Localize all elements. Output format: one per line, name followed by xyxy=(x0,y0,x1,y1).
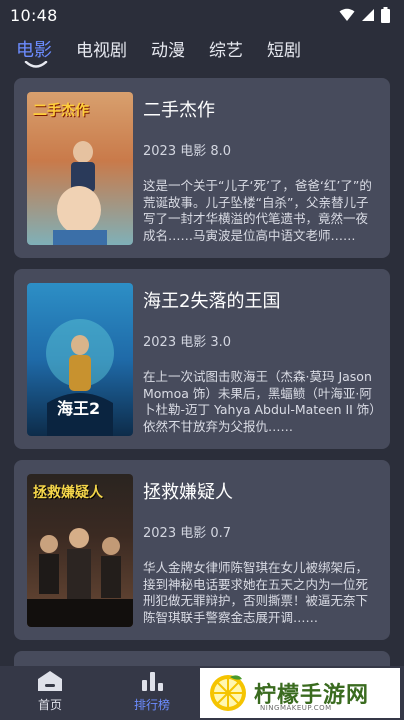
poster-figure xyxy=(53,141,107,245)
movie-poster: 海王2 xyxy=(27,283,133,436)
tab-tv-series[interactable]: 电视剧 xyxy=(76,32,127,61)
movie-title: 二手杰作 xyxy=(143,100,215,121)
tab-variety[interactable]: 综艺 xyxy=(209,32,243,61)
tab-label: 电视剧 xyxy=(76,41,127,61)
tab-label: 电影 xyxy=(16,40,52,61)
ranking-icon xyxy=(142,672,163,691)
movie-meta: 2023 电影 0.7 xyxy=(143,526,232,541)
movie-description: 在上一次试图击败海王（杰森·莫玛 Jason Momoa 饰）未果后，黑蝠鲼（叶… xyxy=(143,369,376,434)
poster-figure xyxy=(27,528,133,627)
movie-title: 拯救嫌疑人 xyxy=(143,482,233,503)
tab-anime[interactable]: 动漫 xyxy=(151,32,185,61)
site-watermark: 柠檬手游网 NINGMAKEUP.COM xyxy=(200,668,400,718)
movie-description: 这是一个关于“儿子‘死’了，爸爸‘红’了”的荒诞故事。儿子坠楼“自杀”，父亲替儿… xyxy=(143,178,372,243)
nav-ranking[interactable]: 排行榜 xyxy=(122,670,182,713)
category-tabs: 电影 电视剧 动漫 综艺 短剧 xyxy=(0,32,404,72)
movie-poster: 二手杰作 xyxy=(27,92,133,245)
tab-label: 短剧 xyxy=(267,41,301,61)
tab-label: 动漫 xyxy=(151,41,185,61)
cellular-icon xyxy=(362,9,374,21)
watermark-url: NINGMAKEUP.COM xyxy=(260,704,332,712)
movie-description: 华人金牌女律师陈智琪在女儿被绑架后，接到神秘电话要求她在五天之内为一位死刑犯做无… xyxy=(143,560,369,625)
movie-poster: 拯救嫌疑人 xyxy=(27,474,133,627)
tab-short-drama[interactable]: 短剧 xyxy=(267,32,301,61)
nav-label: 首页 xyxy=(37,698,62,712)
status-time: 10:48 xyxy=(10,5,58,25)
poster-title-text: 海王2 xyxy=(57,399,101,418)
movie-card[interactable]: 海王2 海王2失落的王国 2023 电影 3.0 在上一次试图击败海王（杰森·莫… xyxy=(14,269,390,449)
movie-title: 海王2失落的王国 xyxy=(143,291,281,312)
active-tab-indicator xyxy=(24,61,48,68)
nav-label: 排行榜 xyxy=(133,698,170,712)
wifi-icon xyxy=(339,8,355,21)
status-icons xyxy=(339,7,390,23)
home-icon xyxy=(38,671,62,691)
tab-label: 综艺 xyxy=(209,41,243,61)
nav-home[interactable]: 首页 xyxy=(20,670,80,713)
movie-meta: 2023 电影 3.0 xyxy=(143,335,232,350)
tab-movies[interactable]: 电影 xyxy=(16,32,52,68)
movie-meta: 2023 电影 8.0 xyxy=(143,144,232,159)
lemon-logo-icon xyxy=(210,675,246,711)
movie-card[interactable]: 二手杰作 二手杰作 2023 电影 8.0 这是一个关于“儿子‘死’了，爸爸‘红… xyxy=(14,78,390,258)
movie-card[interactable]: 拯救嫌疑人 拯救嫌疑人 2023 电影 0.7 华人金牌女律师陈智琪在女儿被绑架… xyxy=(14,460,390,640)
battery-icon xyxy=(381,7,390,23)
status-bar: 10:48 xyxy=(0,0,404,30)
